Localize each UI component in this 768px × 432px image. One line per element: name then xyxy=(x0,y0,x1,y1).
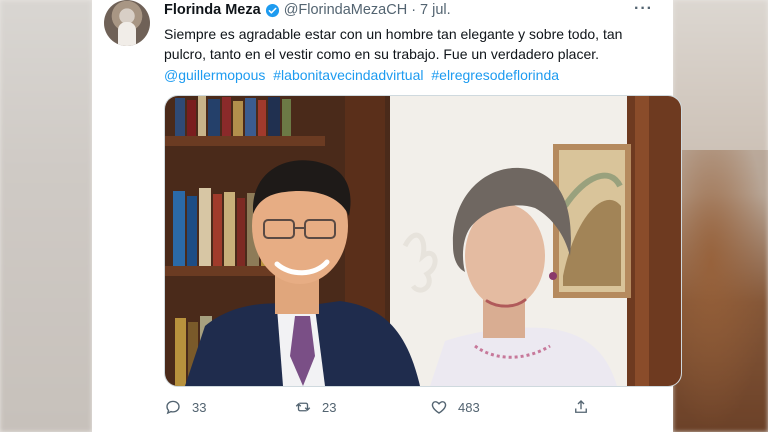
tweet-photo[interactable] xyxy=(164,95,682,387)
retweet-button[interactable]: 23 xyxy=(294,398,336,416)
hashtag-link[interactable]: #elregresodeflorinda xyxy=(431,67,559,83)
separator-dot: · xyxy=(411,2,417,18)
share-button[interactable] xyxy=(572,398,590,416)
mention-link[interactable]: @guillermopous xyxy=(164,67,265,83)
like-button[interactable]: 483 xyxy=(430,398,480,416)
blurred-background-glow xyxy=(673,150,768,432)
tweet-text-line-1: Siempre es agradable estar con un hombre… xyxy=(164,26,623,42)
like-count: 483 xyxy=(458,399,480,415)
author-handle[interactable]: @FlorindaMezaCH xyxy=(284,2,408,18)
tweet-header: Florinda Meza @FlorindaMezaCH · 7 jul. xyxy=(164,2,451,18)
blurred-background-left xyxy=(0,0,92,432)
like-icon xyxy=(431,401,447,414)
retweet-icon xyxy=(295,402,311,412)
screenshot-stage: Florinda Meza @FlorindaMezaCH · 7 jul. ·… xyxy=(0,0,768,432)
tweet-text: Siempre es agradable estar con un hombre… xyxy=(164,24,664,64)
share-icon xyxy=(575,400,587,413)
retweet-count: 23 xyxy=(322,399,337,415)
avatar[interactable] xyxy=(104,0,150,46)
tweet-text-line-2: pulcro, tanto en el vestir como en su tr… xyxy=(164,46,600,62)
verified-badge-icon xyxy=(265,3,279,17)
photo-illustration xyxy=(165,96,681,386)
hashtag-link[interactable]: #labonitavecindadvirtual xyxy=(273,67,423,83)
author-name[interactable]: Florinda Meza xyxy=(164,2,261,18)
reply-button[interactable]: 33 xyxy=(164,398,206,416)
reply-count: 33 xyxy=(192,399,207,415)
tweet-actions: 33 23 483 xyxy=(164,398,604,420)
tweet-card[interactable]: Florinda Meza @FlorindaMezaCH · 7 jul. ·… xyxy=(92,0,682,432)
tweet-date[interactable]: 7 jul. xyxy=(420,2,451,18)
tweet-hashtags: @guillermopous #labonitavecindadvirtual … xyxy=(164,65,664,85)
reply-icon xyxy=(166,400,180,415)
more-options-icon[interactable]: ··· xyxy=(634,0,653,18)
